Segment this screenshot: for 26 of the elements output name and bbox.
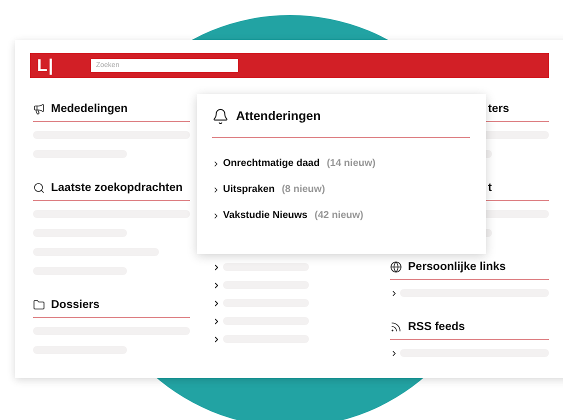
chevron-icon bbox=[390, 288, 398, 298]
logo: L| bbox=[37, 56, 56, 76]
new-count: (14 nieuw) bbox=[326, 158, 376, 169]
section-title: t bbox=[488, 182, 492, 194]
section-title: ters bbox=[488, 103, 510, 115]
rss-icon bbox=[390, 321, 402, 333]
alert-link[interactable]: Vakstudie Nieuws bbox=[223, 210, 308, 221]
search-icon bbox=[33, 182, 45, 194]
bell-icon bbox=[212, 108, 229, 124]
folder-icon bbox=[33, 299, 45, 311]
section-title: Persoonlijke links bbox=[408, 261, 506, 273]
megaphone-icon bbox=[33, 103, 45, 115]
globe-icon bbox=[390, 261, 402, 273]
chevron-icon bbox=[212, 212, 220, 220]
chevron-icon bbox=[212, 160, 220, 168]
alert-link[interactable]: Uitspraken bbox=[223, 184, 275, 195]
alert-link[interactable]: Onrechtmatige daad bbox=[223, 158, 320, 169]
new-count: (42 nieuw) bbox=[314, 210, 364, 221]
new-count: (8 nieuw) bbox=[282, 184, 326, 195]
popup-title: Attenderingen bbox=[236, 109, 321, 123]
chevron-icon bbox=[212, 186, 220, 194]
section-title: RSS feeds bbox=[408, 321, 465, 333]
section-title: Laatste zoekopdrachten bbox=[51, 182, 183, 194]
section-title: Dossiers bbox=[51, 299, 100, 311]
chevron-icon bbox=[390, 348, 398, 358]
section-title: Mededelingen bbox=[51, 103, 128, 115]
